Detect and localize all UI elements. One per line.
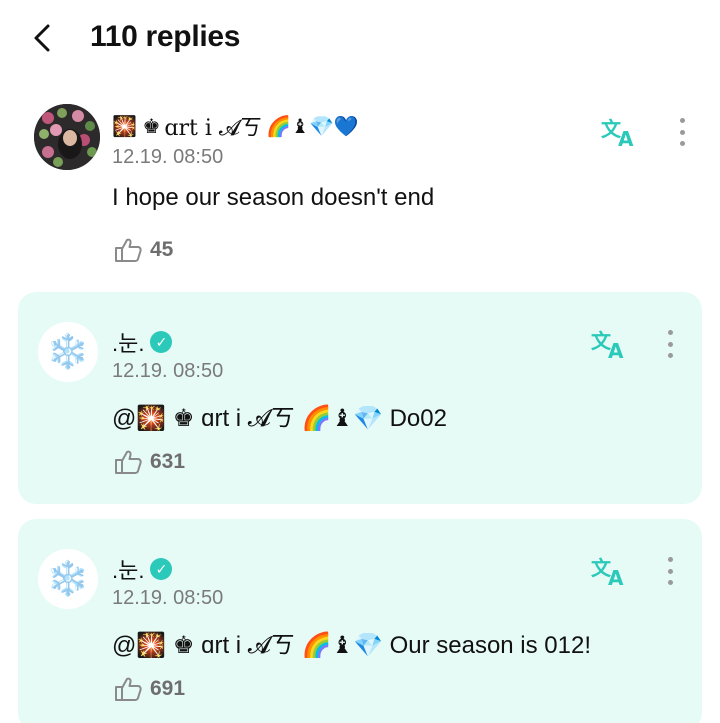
author-name-emoji-suffix: 🌈♝💎💙	[266, 115, 359, 138]
translate-button[interactable]: 文 A	[600, 114, 640, 151]
avatar[interactable]: ❄️	[38, 322, 98, 382]
more-options-button[interactable]	[672, 112, 692, 152]
more-vertical-icon	[667, 330, 673, 335]
avatar[interactable]: ❄️	[38, 549, 98, 609]
author-name-text: ɑrt i 𝓐ㄎ	[164, 116, 263, 141]
reply-text: @🎇 ♚ ɑrt i 𝓐ㄎ 🌈♝💎 Do02	[112, 405, 447, 432]
author-name-emoji-prefix: 🎇 ♚	[112, 115, 161, 138]
translate-button[interactable]: 文 A	[590, 553, 630, 590]
verified-badge-icon: ✓	[150, 558, 173, 580]
svg-text:A: A	[618, 127, 634, 150]
verified-badge-icon: ✓	[150, 331, 173, 353]
avatar-image	[34, 104, 100, 170]
author-name-text: .눈.	[112, 331, 145, 356]
translate-button[interactable]: 文 A	[590, 326, 630, 363]
more-options-button[interactable]	[660, 551, 680, 591]
author-name-text: .눈.	[112, 558, 145, 583]
avatar[interactable]	[34, 104, 100, 170]
translate-icon: 文 A	[591, 329, 624, 363]
more-vertical-icon	[679, 118, 685, 123]
header: 110 replies	[0, 0, 720, 80]
timestamp: 12.19. 08:50	[112, 587, 224, 609]
like-count: 691	[150, 677, 186, 700]
parent-comment: 🎇 ♚ ɑrt i 𝓐ㄎ 🌈♝💎💙 12.19. 08:50 I hope ou…	[0, 90, 720, 280]
author-name[interactable]: 🎇 ♚ ɑrt i 𝓐ㄎ 🌈♝💎💙	[112, 110, 359, 142]
like-icon	[115, 238, 142, 262]
like-count: 631	[150, 450, 186, 473]
like-button[interactable]: 631	[112, 448, 185, 476]
translate-icon: 文 A	[601, 117, 634, 151]
svg-text:A: A	[608, 339, 624, 362]
more-vertical-icon	[667, 557, 673, 562]
snowflake-icon: ❄️	[46, 560, 90, 598]
chevron-left-icon	[34, 24, 50, 52]
like-count: 45	[150, 238, 174, 261]
reply-card: ❄️ .눈. ✓ 12.19. 08:50 @🎇 ♚ ɑrt i 𝓐ㄎ 🌈♝💎 …	[18, 519, 702, 723]
like-icon	[115, 677, 142, 701]
author-name[interactable]: .눈. ✓	[112, 326, 173, 358]
like-icon	[115, 450, 142, 474]
timestamp: 12.19. 08:50	[112, 360, 224, 382]
more-options-button[interactable]	[660, 324, 680, 364]
like-button[interactable]: 45	[112, 236, 173, 264]
reply-text: @🎇 ♚ ɑrt i 𝓐ㄎ 🌈♝💎 Our season is 012!	[112, 632, 592, 659]
author-name[interactable]: .눈. ✓	[112, 553, 173, 585]
svg-text:A: A	[608, 566, 624, 589]
reply-card: ❄️ .눈. ✓ 12.19. 08:50 @🎇 ♚ ɑrt i 𝓐ㄎ 🌈♝💎 …	[18, 292, 702, 504]
snowflake-icon: ❄️	[46, 333, 90, 371]
page-title: 110 replies	[90, 20, 241, 53]
timestamp: 12.19. 08:50	[112, 146, 224, 168]
back-button[interactable]	[22, 18, 62, 58]
like-button[interactable]: 691	[112, 675, 185, 703]
comment-text: I hope our season doesn't end	[112, 184, 435, 211]
translate-icon: 文 A	[591, 556, 624, 590]
